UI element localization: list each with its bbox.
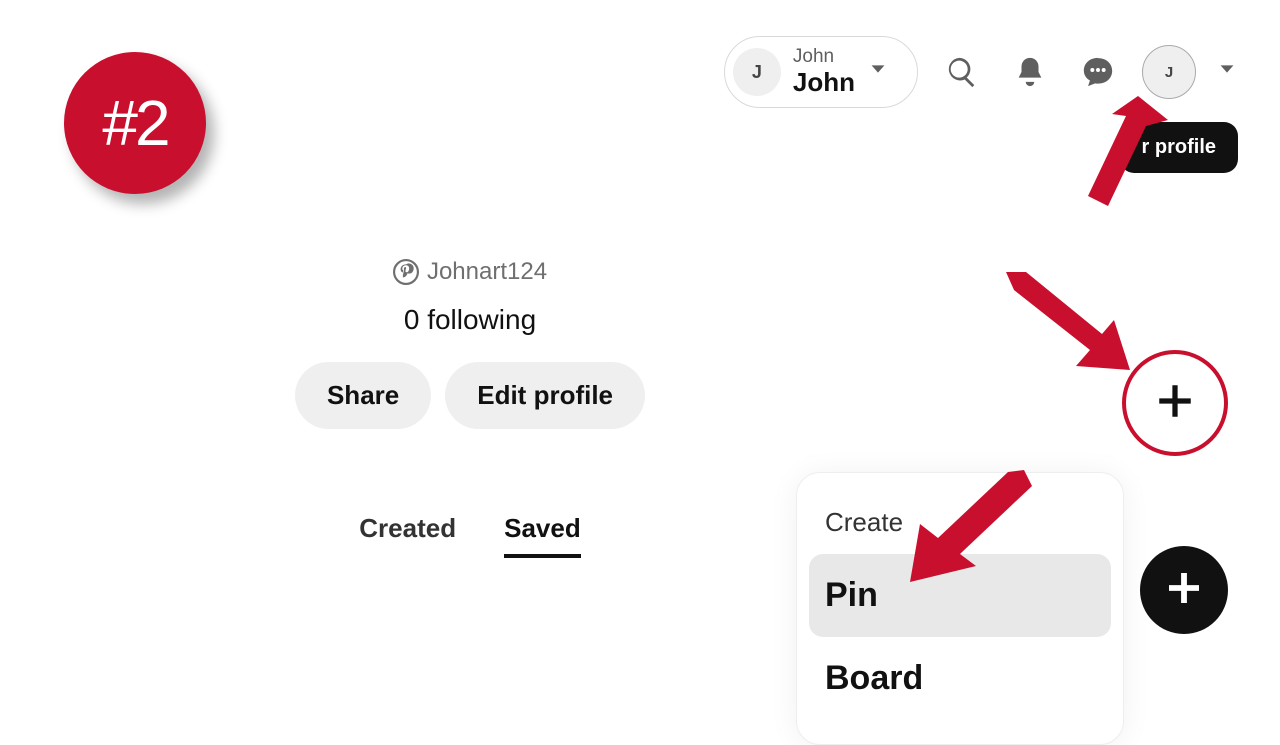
accounts-menu-chevron-icon[interactable] bbox=[1216, 58, 1244, 86]
tab-created[interactable]: Created bbox=[359, 513, 456, 558]
create-menu: Create Pin Board bbox=[796, 472, 1124, 745]
username: Johnart124 bbox=[427, 258, 547, 286]
account-name-big: John bbox=[793, 68, 855, 97]
share-button[interactable]: Share bbox=[295, 362, 431, 429]
header: J John John J bbox=[724, 36, 1244, 108]
annotation-arrow bbox=[1006, 272, 1136, 387]
account-avatar: J bbox=[733, 48, 781, 96]
account-switcher[interactable]: J John John bbox=[724, 36, 918, 108]
create-menu-header: Create bbox=[809, 497, 1111, 554]
account-name-small: John bbox=[793, 47, 855, 68]
create-fab[interactable] bbox=[1140, 546, 1228, 634]
search-icon[interactable] bbox=[938, 48, 986, 96]
profile-buttons: Share Edit profile bbox=[295, 362, 645, 429]
edit-profile-button[interactable]: Edit profile bbox=[445, 362, 645, 429]
chevron-down-icon bbox=[867, 58, 895, 86]
create-menu-board[interactable]: Board bbox=[809, 637, 1111, 720]
create-button-highlight[interactable] bbox=[1122, 350, 1228, 456]
profile-avatar[interactable]: J bbox=[1142, 45, 1196, 99]
plus-icon bbox=[1154, 380, 1196, 427]
username-row: Johnart124 bbox=[393, 258, 547, 286]
create-menu-pin[interactable]: Pin bbox=[809, 554, 1111, 637]
annotation-badge: #2 bbox=[64, 52, 206, 194]
tab-saved[interactable]: Saved bbox=[504, 513, 581, 558]
pinterest-icon bbox=[393, 259, 419, 285]
messages-icon[interactable] bbox=[1074, 48, 1122, 96]
plus-icon bbox=[1164, 568, 1204, 613]
profile-tooltip: r profile bbox=[1120, 122, 1238, 173]
bell-icon[interactable] bbox=[1006, 48, 1054, 96]
profile-tabs: Created Saved bbox=[359, 513, 580, 558]
following-count[interactable]: 0 following bbox=[404, 304, 536, 336]
account-text: John John bbox=[793, 47, 855, 96]
